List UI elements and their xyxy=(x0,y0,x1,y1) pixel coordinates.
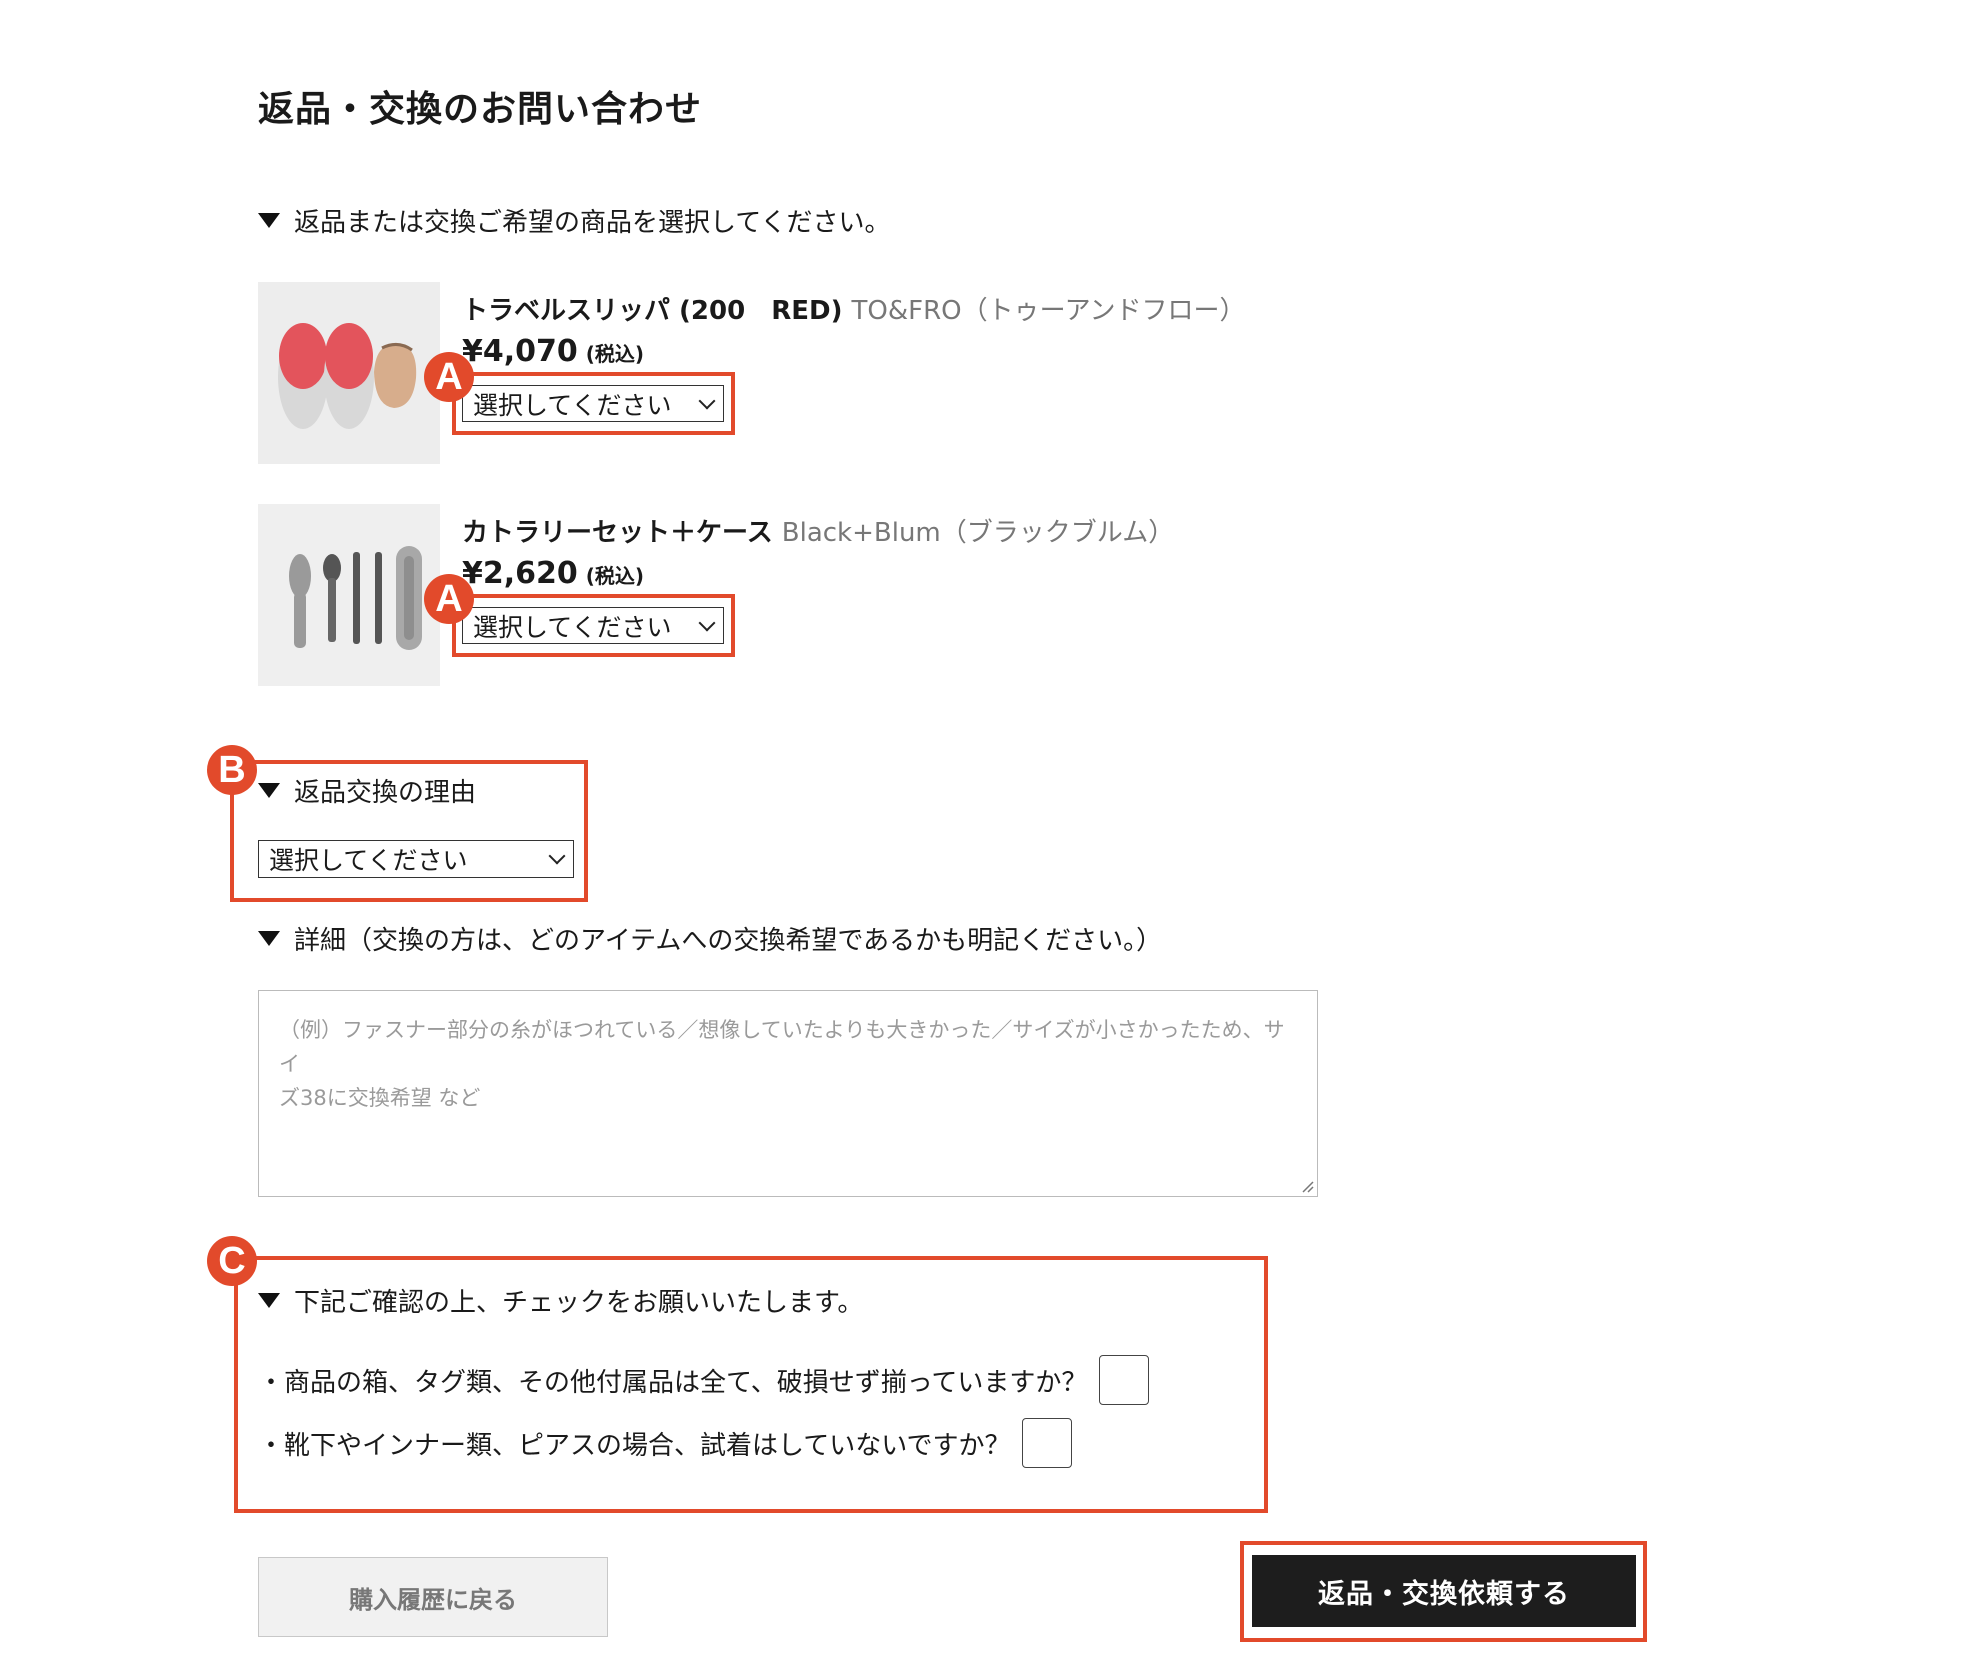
product-name-row: カトラリーセット＋ケース Black+Blum（ブラックブルム） xyxy=(462,512,1174,549)
confirm-checkbox-1[interactable] xyxy=(1099,1355,1150,1405)
confirm-item-1: ・商品の箱、タグ類、その他付属品は全て、破損せず揃っていますか？ xyxy=(258,1355,1150,1405)
product-price-row: ¥2,620 (税込) xyxy=(462,556,644,591)
chevron-down-icon xyxy=(548,847,566,865)
product-thumbnail-slippers[interactable] xyxy=(258,282,440,464)
reason-select[interactable]: 選択してください xyxy=(258,840,574,878)
tax-note: (税込) xyxy=(585,342,645,366)
details-heading: 詳細（交換の方は、どのアイテムへの交換希望であるかも明記ください。） xyxy=(258,920,1162,957)
chevron-down-icon xyxy=(698,392,716,409)
product-name[interactable]: トラベルスリッパ (200 RED) xyxy=(462,296,842,326)
product-price-row: ¥4,070 (税込) xyxy=(462,334,644,369)
tax-note: (税込) xyxy=(585,564,645,588)
submit-return-button[interactable]: 返品・交換依頼する xyxy=(1252,1555,1636,1627)
details-heading-text: 詳細（交換の方は、どのアイテムへの交換希望であるかも明記ください。） xyxy=(294,926,1163,956)
confirm-item-text: ・靴下やインナー類、ピアスの場合、試着はしていないですか？ xyxy=(258,1430,1011,1461)
product-qty-select-1[interactable]: 選択してください xyxy=(462,385,724,422)
product-section-heading-text: 返品または交換ご希望の商品を選択してください。 xyxy=(294,208,891,238)
product-section-heading: 返品または交換ご希望の商品を選択してください。 xyxy=(258,202,890,239)
triangle-down-icon xyxy=(258,213,280,228)
page-title: 返品・交換のお問い合わせ xyxy=(258,89,703,130)
reason-heading-text: 返品交換の理由 xyxy=(294,778,477,808)
annotation-badge-b: B xyxy=(207,745,257,795)
triangle-down-icon xyxy=(258,1293,280,1308)
product-brand[interactable]: TO&FRO（トゥーアンドフロー） xyxy=(852,296,1246,326)
details-textarea[interactable]: （例）ファスナー部分の糸がほつれている／想像していたよりも大きかった／サイズが小… xyxy=(258,990,1318,1197)
back-to-history-button[interactable]: 購入履歴に戻る xyxy=(258,1557,608,1637)
resize-handle-icon[interactable] xyxy=(1300,1179,1314,1193)
select-value: 選択してください xyxy=(269,846,468,875)
confirm-checkbox-2[interactable] xyxy=(1022,1418,1073,1468)
confirm-heading: 下記ご確認の上、チェックをお願いいたします。 xyxy=(258,1282,863,1319)
select-value: 選択してください xyxy=(473,390,672,420)
product-price: ¥2,620 xyxy=(462,556,578,591)
annotation-badge-a2: A xyxy=(424,574,474,624)
product-qty-select-2[interactable]: 選択してください xyxy=(462,607,724,644)
confirm-item-2: ・靴下やインナー類、ピアスの場合、試着はしていないですか？ xyxy=(258,1418,1073,1468)
chevron-down-icon xyxy=(698,614,716,631)
triangle-down-icon xyxy=(258,783,280,798)
confirm-heading-text: 下記ご確認の上、チェックをお願いいたします。 xyxy=(294,1288,864,1318)
product-thumbnail-cutlery[interactable] xyxy=(258,504,440,686)
product-name[interactable]: カトラリーセット＋ケース xyxy=(462,518,773,548)
confirm-item-text: ・商品の箱、タグ類、その他付属品は全て、破損せず揃っていますか？ xyxy=(258,1367,1088,1398)
reason-heading: 返品交換の理由 xyxy=(258,772,476,809)
select-value: 選択してください xyxy=(473,612,672,642)
cutlery-photo-icon xyxy=(258,504,440,686)
slippers-photo-icon xyxy=(258,282,440,464)
triangle-down-icon xyxy=(258,931,280,946)
annotation-badge-a1: A xyxy=(424,352,474,402)
product-name-row: トラベルスリッパ (200 RED) TO&FRO（トゥーアンドフロー） xyxy=(462,290,1246,327)
product-price: ¥4,070 xyxy=(462,334,578,369)
details-placeholder-line1: （例）ファスナー部分の糸がほつれている／想像していたよりも大きかった／サイズが小… xyxy=(279,1018,1285,1076)
product-brand[interactable]: Black+Blum（ブラックブルム） xyxy=(782,518,1174,548)
details-placeholder-line2: ズ38に交換希望 など xyxy=(279,1086,481,1110)
annotation-badge-c: C xyxy=(207,1236,257,1286)
